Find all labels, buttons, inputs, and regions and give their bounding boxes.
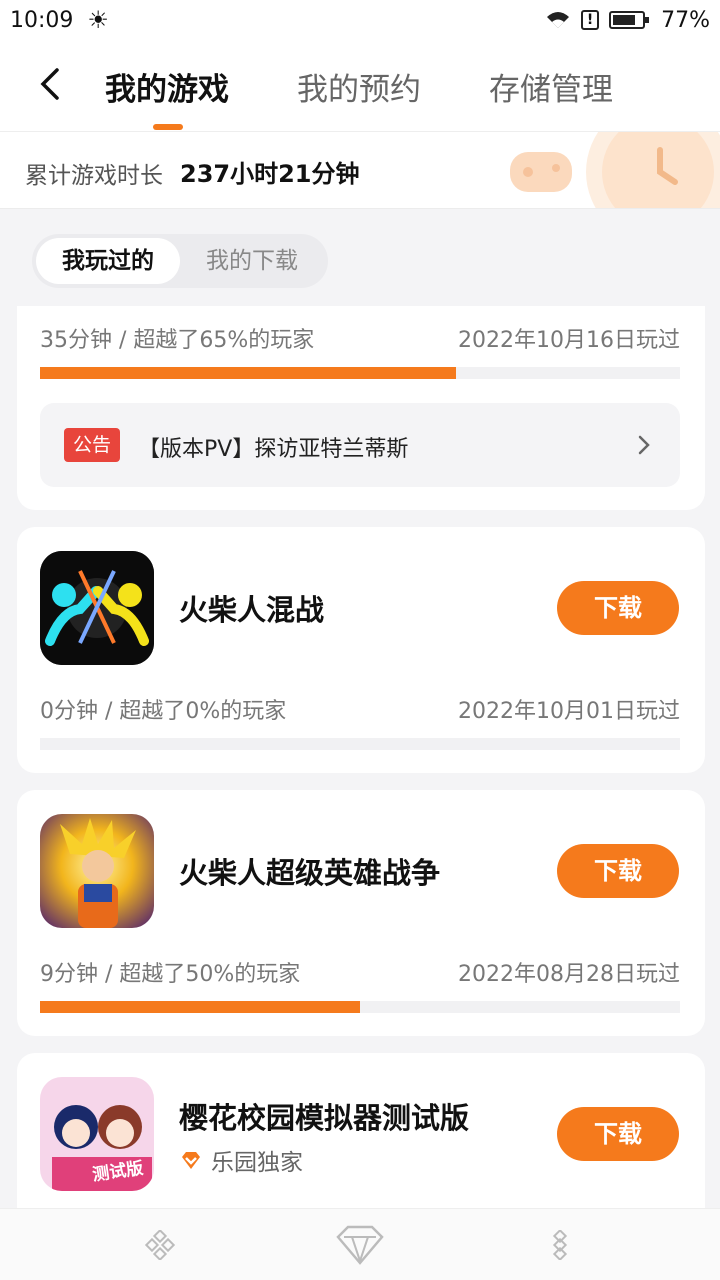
announcement-row[interactable]: 公告 【版本PV】探访亚特兰蒂斯 xyxy=(40,403,680,487)
bottom-nav xyxy=(0,1208,720,1280)
playtime-value: 237小时21分钟 xyxy=(180,160,360,188)
alert-icon: ! xyxy=(581,10,600,30)
home-diamonds-icon[interactable] xyxy=(138,1223,182,1267)
segment-played[interactable]: 我玩过的 xyxy=(36,238,180,284)
download-button[interactable]: 下载 xyxy=(557,1107,679,1161)
playtime-label: 累计游戏时长 xyxy=(25,163,163,189)
tab-my-reservations[interactable]: 我的预约 xyxy=(297,64,421,109)
game-card-partial[interactable]: 35分钟 / 超越了65%的玩家 2022年10月16日玩过 公告 【版本PV】… xyxy=(17,306,705,510)
announcement-badge: 公告 xyxy=(64,428,120,462)
game-icon-sakura-school: 测试版 xyxy=(40,1077,154,1191)
game-stats: 0分钟 / 超越了0%的玩家 xyxy=(40,699,287,724)
tab-my-games[interactable]: 我的游戏 xyxy=(105,64,229,109)
game-name: 樱花校园模拟器测试版 xyxy=(179,1101,470,1135)
active-tab-indicator xyxy=(153,124,183,130)
progress-track xyxy=(40,367,680,379)
last-played-date: 2022年10月16日玩过 xyxy=(458,328,680,353)
progress-track xyxy=(40,738,680,750)
gem-icon[interactable] xyxy=(330,1223,390,1267)
progress-fill xyxy=(40,367,456,379)
last-played-date: 2022年10月01日玩过 xyxy=(458,699,680,724)
tab-storage-management[interactable]: 存储管理 xyxy=(489,64,613,109)
back-arrow-icon[interactable] xyxy=(30,62,70,106)
game-icon-stickman-superhero xyxy=(40,814,154,928)
sun-icon: ☀ xyxy=(87,6,109,34)
chevron-right-icon xyxy=(638,435,650,455)
battery-percent: 77% xyxy=(661,7,710,33)
status-icons: ! 77% xyxy=(545,8,710,33)
game-card[interactable]: 火柴人超级英雄战争 下载 9分钟 / 超越了50%的玩家 2022年08月28日… xyxy=(17,790,705,1036)
gamepad-clock-decoration-icon xyxy=(510,132,720,208)
play-filter-segment: 我玩过的 我的下载 xyxy=(32,234,328,288)
announcement-text: 【版本PV】探访亚特兰蒂斯 xyxy=(138,437,409,462)
discover-diamonds-icon[interactable] xyxy=(538,1223,582,1267)
battery-icon xyxy=(609,11,650,29)
status-time: 10:09 xyxy=(10,7,74,33)
download-button[interactable]: 下载 xyxy=(557,844,679,898)
game-stats: 35分钟 / 超越了65%的玩家 xyxy=(40,328,315,353)
game-name: 火柴人超级英雄战争 xyxy=(179,856,441,890)
exclusive-tag: 乐园独家 xyxy=(179,1143,303,1177)
playtime-summary: 累计游戏时长 237小时21分钟 xyxy=(0,132,720,209)
wifi-icon xyxy=(547,12,570,28)
segment-downloads[interactable]: 我的下载 xyxy=(180,238,324,284)
game-icon-stickman-fight xyxy=(40,551,154,665)
exclusive-label: 乐园独家 xyxy=(211,1150,303,1176)
progress-fill xyxy=(40,1001,360,1013)
header-nav: 我的游戏 我的预约 存储管理 xyxy=(0,40,720,132)
download-button[interactable]: 下载 xyxy=(557,581,679,635)
game-name: 火柴人混战 xyxy=(179,593,325,627)
progress-track xyxy=(40,1001,680,1013)
diamond-badge-icon xyxy=(182,1152,200,1169)
game-stats: 9分钟 / 超越了50%的玩家 xyxy=(40,962,301,987)
status-bar: 10:09 ☀ ! 77% xyxy=(0,0,720,40)
last-played-date: 2022年08月28日玩过 xyxy=(458,962,680,987)
game-card[interactable]: 火柴人混战 下载 0分钟 / 超越了0%的玩家 2022年10月01日玩过 xyxy=(17,527,705,773)
